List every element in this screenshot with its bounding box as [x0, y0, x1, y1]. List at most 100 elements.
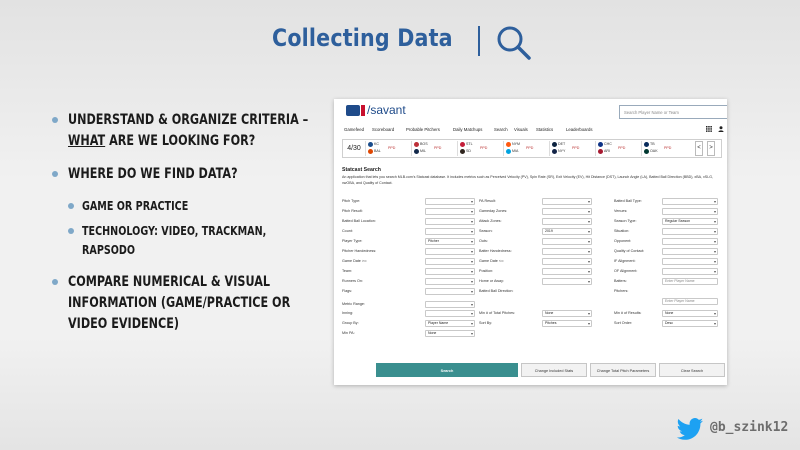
filter-label: Batted Ball Type:	[614, 199, 642, 203]
game-status: PPD	[618, 146, 626, 150]
team-logo-icon	[460, 142, 465, 147]
search-button[interactable]: Search	[376, 363, 518, 377]
filter-row: Game Date >=: Game Date <=: IF Alignment:	[342, 258, 722, 267]
filter-select[interactable]: Regular Season	[662, 218, 718, 225]
grid-menu-icon[interactable]	[706, 126, 712, 132]
nav-leaderboards[interactable]: Leaderboards	[566, 127, 593, 132]
filter-label: Batted Ball Direction:	[479, 289, 514, 293]
team-logo-icon	[598, 149, 603, 154]
change-included-stats-button[interactable]: Change Included Stats	[521, 363, 587, 377]
filter-select[interactable]	[425, 310, 475, 317]
game-card[interactable]: TB OAK PPD	[641, 141, 687, 156]
filter-select[interactable]	[662, 198, 718, 205]
filter-select[interactable]: None	[542, 310, 592, 317]
filter-label: Team:	[342, 269, 353, 273]
slide-title: Collecting Data	[272, 24, 453, 52]
filter-select[interactable]	[542, 258, 592, 265]
filter-select[interactable]: 2019	[542, 228, 592, 235]
user-icon[interactable]	[718, 126, 724, 132]
magnifying-glass-icon	[497, 26, 531, 60]
game-status: PPD	[434, 146, 442, 150]
nav-statistics[interactable]: Statistics	[536, 127, 553, 132]
game-card[interactable]: STL SD PPD	[457, 141, 503, 156]
game-card[interactable]: BOS MIL PPD	[411, 141, 457, 156]
filter-select[interactable]	[542, 278, 592, 285]
games-prev-button[interactable]: <	[695, 141, 703, 156]
mlb-logo-icon	[346, 105, 365, 116]
filter-label: Batted Ball Location:	[342, 219, 376, 223]
team-logo-icon	[368, 149, 373, 154]
filter-label: Game Date <=:	[479, 259, 505, 263]
game-status: PPD	[480, 146, 488, 150]
team-logo-icon	[552, 142, 557, 147]
filter-label: Group By:	[342, 321, 359, 325]
bullet-compare: Compare Numerical & Visual information (…	[52, 272, 322, 335]
filter-row: Batted Ball Location: Attack Zones: Season…	[342, 218, 722, 227]
filter-select[interactable]: Enter Player Name	[662, 278, 718, 285]
filter-select[interactable]: Desc	[662, 320, 718, 327]
filter-select[interactable]	[425, 278, 475, 285]
savant-brand[interactable]: /savant	[367, 103, 406, 117]
nav-daily-matchups[interactable]: Daily Matchups	[453, 127, 482, 132]
filter-label: Sort Order:	[614, 321, 633, 325]
nav-probable-pitchers[interactable]: Probable Pitchers	[406, 127, 440, 132]
nav-search[interactable]: Search	[494, 127, 508, 132]
bullet-where-data: Where do we find data?	[52, 164, 322, 185]
game-card[interactable]: CHC ARI PPD	[595, 141, 641, 156]
filter-select[interactable]	[425, 248, 475, 255]
filter-row: Inning: Min # of Total Pitches: None Min # …	[342, 310, 722, 319]
nav-gamefeed[interactable]: Gamefeed	[344, 127, 364, 132]
filter-row: Flags:Batted Ball Direction:Pitchers:Ent…	[342, 288, 722, 305]
games-next-button[interactable]: >	[707, 141, 715, 156]
filter-select[interactable]	[542, 198, 592, 205]
filter-label: Min PA:	[342, 331, 355, 335]
filter-select[interactable]	[662, 228, 718, 235]
clear-search-button[interactable]: Clear Search	[659, 363, 725, 377]
filter-select[interactable]	[662, 238, 718, 245]
filter-select[interactable]	[542, 218, 592, 225]
filter-select[interactable]	[542, 208, 592, 215]
filter-select[interactable]: Player Name	[425, 320, 475, 327]
team-logo-icon	[414, 142, 419, 147]
change-pitch-parameters-button[interactable]: Change Total Pitch Parameters	[590, 363, 656, 377]
filter-select[interactable]	[425, 288, 475, 295]
game-card[interactable]: NYM MIA PPD	[503, 141, 549, 156]
filter-row: Team: Position: OF Alignment:	[342, 268, 722, 277]
filter-select[interactable]	[662, 268, 718, 275]
game-status: PPD	[388, 146, 396, 150]
sub-bullet-technology: Technology: Video, Trackman, Rapsodo	[52, 222, 322, 260]
filter-row: Count: Season: 2019 Situation:	[342, 228, 722, 237]
nav-visuals[interactable]: Visuals	[514, 127, 528, 132]
team-logo-icon	[552, 149, 557, 154]
filter-label: IF Alignment:	[614, 259, 636, 263]
filter-label: PA Result:	[479, 199, 496, 203]
game-card[interactable]: KC BAL PPD	[365, 141, 411, 156]
filter-select[interactable]: Pitches	[542, 320, 592, 327]
player-search-input[interactable]: Search Player Name or Team	[619, 105, 727, 119]
filter-select[interactable]: Pitcher	[425, 238, 475, 245]
twitter-handle: @b_szink12	[710, 420, 789, 435]
filter-select[interactable]	[425, 258, 475, 265]
filter-select[interactable]	[425, 198, 475, 205]
nav-scoreboard[interactable]: Scoreboard	[372, 127, 394, 132]
filter-select[interactable]	[662, 258, 718, 265]
filter-select[interactable]	[542, 268, 592, 275]
filter-select[interactable]	[662, 208, 718, 215]
filter-select[interactable]	[662, 248, 718, 255]
team-logo-icon	[506, 149, 511, 154]
filter-select[interactable]	[425, 301, 475, 308]
filter-label: Flags:	[342, 289, 353, 293]
filter-select[interactable]	[425, 218, 475, 225]
game-status: PPD	[526, 146, 534, 150]
filter-select[interactable]: None	[425, 330, 475, 337]
filter-select[interactable]	[425, 228, 475, 235]
filter-label: Gameday Zones:	[479, 209, 508, 213]
game-card[interactable]: DET NYY PPD	[549, 141, 595, 156]
slide-title-bar: Collecting Data	[0, 22, 800, 62]
filter-select[interactable]	[542, 238, 592, 245]
game-date[interactable]: 4/30	[343, 140, 365, 157]
filter-select[interactable]	[425, 208, 475, 215]
filter-select[interactable]	[542, 248, 592, 255]
filter-select[interactable]	[425, 268, 475, 275]
filter-select[interactable]: None	[662, 310, 718, 317]
